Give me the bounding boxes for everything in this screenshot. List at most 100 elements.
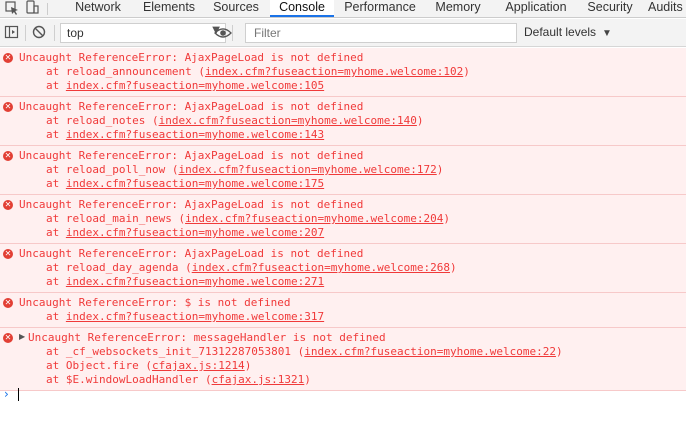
stack-frame-prefix: at reload_poll_now ( — [46, 163, 179, 176]
source-link[interactable]: cfajax.js:1321 — [212, 373, 305, 386]
stack-frame-prefix: at reload_main_news ( — [46, 212, 186, 225]
show-sidebar-icon[interactable] — [3, 23, 23, 43]
stack-frame: at index.cfm?fuseaction=myhome.welcome:2… — [46, 226, 686, 243]
tab-console[interactable]: Console — [270, 0, 334, 17]
tab-network[interactable]: Network — [66, 0, 130, 17]
source-link[interactable]: index.cfm?fuseaction=myhome.welcome:204 — [185, 212, 443, 225]
console-error-message: ✕ Uncaught ReferenceError: AjaxPageLoad i… — [0, 146, 686, 195]
stack-frame-suffix: ) — [416, 114, 424, 127]
error-message-text: Uncaught ReferenceError: AjaxPageLoad is… — [19, 149, 364, 162]
stack-frame-suffix: ) — [304, 373, 311, 386]
stack-frame: at Object.fire (cfajax.js:1214) — [46, 359, 686, 373]
stack-frame-suffix: ) — [463, 65, 470, 78]
source-link[interactable]: index.cfm?fuseaction=myhome.welcome:271 — [66, 275, 324, 288]
console-error-message: ✕ ▶ Uncaught ReferenceError: messageHandle… — [0, 328, 686, 391]
tab-application[interactable]: Application — [496, 0, 576, 17]
text-caret — [18, 388, 19, 401]
device-toolbar-icon[interactable] — [24, 0, 42, 17]
stack-frame: at index.cfm?fuseaction=myhome.welcome:1… — [46, 177, 686, 194]
tab-divider — [47, 3, 48, 15]
stack-frame-suffix: ) — [449, 261, 457, 274]
console-toolbar: top ▼ Default levels ▼ — [0, 19, 686, 47]
stack-frame-prefix: at reload_day_agenda ( — [46, 261, 192, 274]
stack-frame-prefix: at reload_announcement ( — [46, 65, 205, 78]
stack-frame-prefix: at — [46, 226, 66, 239]
stack-frame-suffix: ) — [555, 345, 563, 358]
chevron-down-icon: ▼ — [602, 28, 612, 39]
source-link[interactable]: index.cfm?fuseaction=myhome.welcome:207 — [66, 226, 324, 239]
console-error-message: ✕ Uncaught ReferenceError: AjaxPageLoad i… — [0, 244, 686, 293]
stack-frame: at index.cfm?fuseaction=myhome.welcome:1… — [46, 128, 686, 145]
tab-memory[interactable]: Memory — [428, 0, 488, 17]
stack-frame-suffix: ) — [436, 163, 444, 176]
error-icon: ✕ — [3, 151, 13, 161]
execution-context-select[interactable]: top ▼ — [60, 23, 226, 43]
stack-frame: at reload_day_agenda (index.cfm?fuseacti… — [46, 261, 686, 275]
stack-frame-prefix: at Object.fire ( — [46, 359, 152, 372]
console-log: ✕ Uncaught ReferenceError: AjaxPageLoad i… — [0, 48, 686, 391]
tab-performance[interactable]: Performance — [340, 0, 420, 17]
clear-console-icon[interactable] — [30, 23, 50, 43]
console-prompt[interactable]: › — [0, 387, 686, 401]
stack-frame: at index.cfm?fuseaction=myhome.welcome:3… — [46, 310, 686, 327]
log-levels-dropdown[interactable]: Default levels ▼ — [524, 25, 612, 39]
inspect-element-icon[interactable] — [4, 0, 22, 17]
error-message-text: Uncaught ReferenceError: messageHandler … — [28, 331, 386, 344]
error-icon: ✕ — [3, 333, 13, 343]
source-link[interactable]: index.cfm?fuseaction=myhome.welcome:172 — [178, 163, 436, 176]
source-link[interactable]: index.cfm?fuseaction=myhome.welcome:317 — [66, 310, 324, 323]
error-message-text: Uncaught ReferenceError: $ is not define… — [19, 296, 291, 309]
tab-audits[interactable]: Audits — [648, 0, 686, 17]
stack-frame-prefix: at _cf_websockets_init_71312287053801 ( — [46, 345, 305, 358]
log-levels-label: Default levels — [524, 25, 597, 39]
stack-frame-suffix: ) — [443, 212, 450, 225]
prompt-chevron-icon: › — [4, 387, 9, 401]
stack-frame-prefix: at — [46, 310, 66, 323]
context-value: top — [67, 26, 84, 40]
error-icon: ✕ — [3, 102, 13, 112]
error-icon: ✕ — [3, 200, 13, 210]
stack-frame-prefix: at reload_notes ( — [46, 114, 159, 127]
source-link[interactable]: index.cfm?fuseaction=myhome.welcome:268 — [192, 261, 450, 274]
stack-frame: at reload_main_news (index.cfm?fuseactio… — [46, 212, 686, 226]
devtools-tab-bar: Network Elements Sources Console Perform… — [0, 0, 686, 18]
tab-security[interactable]: Security — [582, 0, 638, 17]
stack-frame-prefix: at — [46, 79, 66, 92]
eye-icon[interactable] — [211, 23, 232, 43]
error-icon: ✕ — [3, 298, 13, 308]
stack-frame: at reload_notes (index.cfm?fuseaction=my… — [46, 114, 686, 128]
source-link[interactable]: index.cfm?fuseaction=myhome.welcome:175 — [66, 177, 324, 190]
console-error-message: ✕ Uncaught ReferenceError: AjaxPageLoad i… — [0, 195, 686, 244]
source-link[interactable]: index.cfm?fuseaction=myhome.welcome:140 — [159, 114, 417, 127]
error-message-text: Uncaught ReferenceError: AjaxPageLoad is… — [19, 247, 364, 260]
source-link[interactable]: cfajax.js:1214 — [152, 359, 245, 372]
error-icon: ✕ — [3, 249, 13, 259]
stack-frame: at _cf_websockets_init_71312287053801 (i… — [46, 345, 686, 359]
source-link[interactable]: index.cfm?fuseaction=myhome.welcome:22 — [304, 345, 556, 358]
console-error-message: ✕ Uncaught ReferenceError: AjaxPageLoad i… — [0, 97, 686, 146]
stack-frame-prefix: at $E.windowLoadHandler ( — [46, 373, 212, 386]
stack-frame-prefix: at — [46, 177, 66, 190]
console-filter-input[interactable] — [245, 23, 517, 43]
stack-frame: at reload_announcement (index.cfm?fuseac… — [46, 65, 686, 79]
toolbar-divider — [54, 25, 55, 41]
console-error-message: ✕ Uncaught ReferenceError: $ is not defin… — [0, 293, 686, 328]
stack-frame: at reload_poll_now (index.cfm?fuseaction… — [46, 163, 686, 177]
toolbar-divider — [25, 25, 26, 41]
stack-frame: at index.cfm?fuseaction=myhome.welcome:2… — [46, 275, 686, 292]
error-message-text: Uncaught ReferenceError: AjaxPageLoad is… — [19, 100, 364, 113]
source-link[interactable]: index.cfm?fuseaction=myhome.welcome:105 — [66, 79, 324, 92]
error-icon: ✕ — [3, 53, 13, 63]
error-message-text: Uncaught ReferenceError: AjaxPageLoad is… — [19, 198, 364, 211]
source-link[interactable]: index.cfm?fuseaction=myhome.welcome:102 — [205, 65, 463, 78]
error-message-text: Uncaught ReferenceError: AjaxPageLoad is… — [19, 51, 364, 64]
tab-elements[interactable]: Elements — [138, 0, 200, 17]
console-error-message: ✕ Uncaught ReferenceError: AjaxPageLoad i… — [0, 48, 686, 97]
expand-triangle-icon[interactable]: ▶ — [19, 332, 25, 341]
source-link[interactable]: index.cfm?fuseaction=myhome.welcome:143 — [66, 128, 324, 141]
stack-frame-prefix: at — [46, 128, 66, 141]
stack-frame-suffix: ) — [244, 359, 252, 372]
stack-frame: at index.cfm?fuseaction=myhome.welcome:1… — [46, 79, 686, 96]
tab-sources[interactable]: Sources — [208, 0, 264, 17]
stack-frame-prefix: at — [46, 275, 66, 288]
